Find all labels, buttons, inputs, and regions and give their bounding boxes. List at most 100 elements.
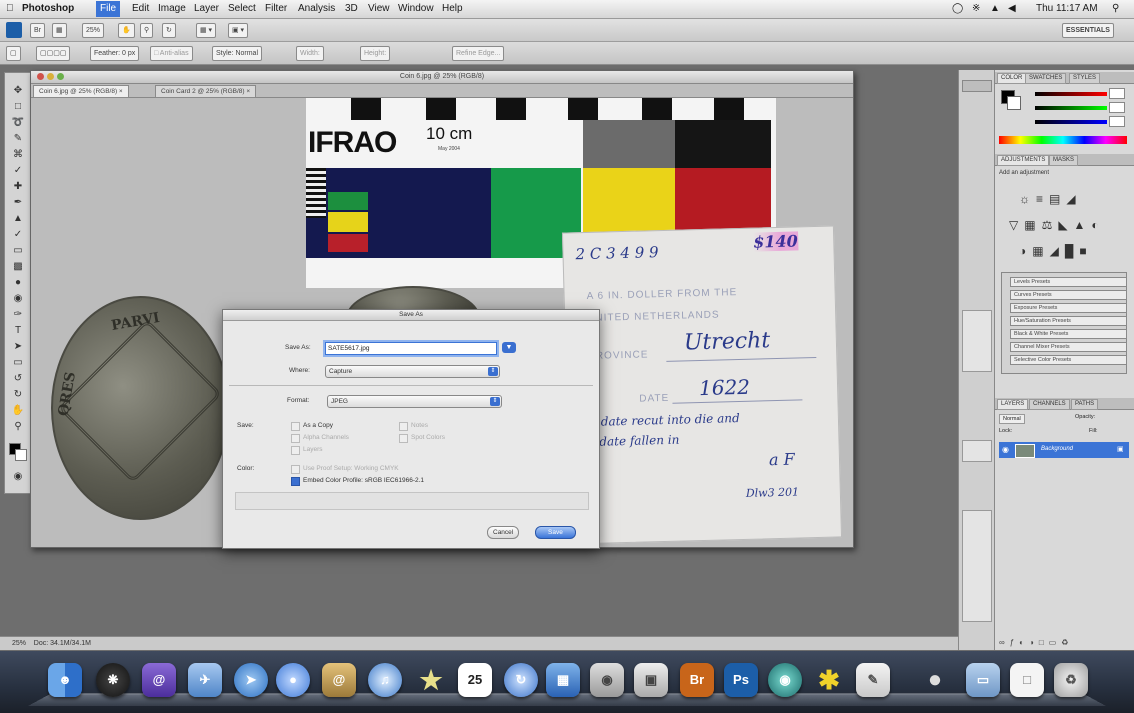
hand-tool-icon[interactable]: ✋ <box>10 405 26 417</box>
launch-bridge-button[interactable]: Br <box>30 23 45 38</box>
preset-curves[interactable]: Curves Presets <box>1010 290 1127 300</box>
quick-mask-icon[interactable]: ◉ <box>10 471 26 483</box>
style-select[interactable]: Style: Normal <box>212 46 263 61</box>
ichat-bubble-icon[interactable]: ● <box>276 663 310 697</box>
embed-profile-checkbox[interactable] <box>291 477 300 486</box>
spot-colors-checkbox[interactable] <box>399 434 408 443</box>
menu-edit[interactable]: Edit <box>132 3 149 14</box>
textedit-icon[interactable]: ✎ <box>856 663 890 697</box>
tab-styles[interactable]: STYLES <box>1069 73 1101 84</box>
folder-icon[interactable]: ▭ <box>966 663 1000 697</box>
blur-tool-icon[interactable]: ● <box>10 277 26 289</box>
zoom-window-icon[interactable] <box>57 73 64 80</box>
adjustment-icons-row-3[interactable]: ◑▦◢█■ <box>1019 244 1093 258</box>
background-color-swatch[interactable] <box>15 449 27 461</box>
green-slider[interactable] <box>1035 106 1107 110</box>
preset-black-white[interactable]: Black & White Presets <box>1010 329 1127 339</box>
blend-mode-select[interactable]: Normal <box>999 414 1025 424</box>
cancel-button[interactable]: Cancel <box>487 526 520 539</box>
hand-tool-button[interactable]: ✋ <box>118 23 135 38</box>
refine-edge-button[interactable]: Refine Edge... <box>452 46 505 61</box>
marquee-tool-icon[interactable]: □ <box>10 101 26 113</box>
tab-channels[interactable]: CHANNELS <box>1029 399 1070 410</box>
notes-checkbox[interactable] <box>399 422 408 431</box>
feather-field[interactable]: Feather: 0 px <box>90 46 140 61</box>
preset-exposure[interactable]: Exposure Presets <box>1010 303 1127 313</box>
calendar-icon[interactable]: 25 <box>458 663 492 697</box>
tab-paths[interactable]: PATHS <box>1071 399 1099 410</box>
wifi-icon[interactable]: ▲ <box>990 3 1000 14</box>
eraser-tool-icon[interactable]: ▭ <box>10 245 26 257</box>
brush-tool-icon[interactable]: ✒ <box>10 197 26 209</box>
menu-image[interactable]: Image <box>158 3 186 14</box>
healing-tool-icon[interactable]: ✚ <box>10 181 26 193</box>
tab-masks[interactable]: MASKS <box>1049 155 1079 166</box>
height-field[interactable]: Height: <box>360 46 391 61</box>
layers-footer-buttons[interactable]: ∞ƒ◐◑□▭♻ <box>999 638 1073 647</box>
preset-hue-saturation[interactable]: Hue/Saturation Presets <box>1010 316 1127 326</box>
eyedropper-tool-icon[interactable]: ✓ <box>10 165 26 177</box>
dodge-tool-icon[interactable]: ◉ <box>10 293 26 305</box>
preset-channel-mixer[interactable]: Channel Mixer Presets <box>1010 342 1127 352</box>
photoshop-icon[interactable]: Ps <box>724 663 758 697</box>
zoom-tool-icon[interactable]: ⚲ <box>10 421 26 433</box>
tool-presets-dock-panel[interactable] <box>962 510 992 622</box>
3d-orbit-tool-icon[interactable]: ↻ <box>10 389 26 401</box>
preset-selective-color[interactable]: Selective Color Presets <box>1010 355 1127 365</box>
adjustment-icons-row-2[interactable]: ▽▦⚖◣▲◐ <box>1009 218 1105 232</box>
arrange-documents-button[interactable]: ▦ ▾ <box>196 23 217 38</box>
save-button[interactable]: Save <box>535 526 576 539</box>
dock-button[interactable] <box>962 80 992 92</box>
menu-analysis[interactable]: Analysis <box>298 3 335 14</box>
dashboard-icon[interactable]: ❋ <box>96 663 130 697</box>
anti-alias-checkbox[interactable]: □ Anti-alias <box>150 46 193 61</box>
zoom-tool-button[interactable]: ⚲ <box>140 23 154 38</box>
green-value[interactable] <box>1109 102 1125 113</box>
blue-slider[interactable] <box>1035 120 1107 124</box>
minimize-window-icon[interactable] <box>47 73 54 80</box>
as-copy-checkbox[interactable] <box>291 422 300 431</box>
pen-tool-icon[interactable]: ✑ <box>10 309 26 321</box>
quick-select-tool-icon[interactable]: ✎ <box>10 133 26 145</box>
marquee-preset-button[interactable]: ▢ <box>6 46 21 61</box>
utility-icon[interactable]: ✱ <box>812 663 846 697</box>
workspace-switcher[interactable]: ESSENTIALS <box>1062 23 1114 38</box>
status-zoom[interactable]: 25% <box>12 640 26 647</box>
menu-clock[interactable]: Thu 11:17 AM <box>1036 3 1098 14</box>
crop-tool-icon[interactable]: ⌘ <box>10 149 26 161</box>
format-select[interactable]: JPEG ⇕ <box>327 395 502 408</box>
view-extras-button[interactable]: ▦ <box>52 23 67 38</box>
selection-mode-buttons[interactable]: ▢▢▢▢ <box>36 46 71 61</box>
iphoto-star-icon[interactable]: ★ <box>414 663 448 697</box>
separator-stack-icon[interactable]: ● <box>918 663 952 697</box>
dvd-player-icon[interactable]: ◉ <box>768 663 802 697</box>
zoom-level-select[interactable]: 25% <box>82 23 105 38</box>
ichat-icon[interactable]: ✈ <box>188 663 222 697</box>
tab-adjustments[interactable]: ADJUSTMENTS <box>997 155 1050 166</box>
stamp-tool-icon[interactable]: ▲ <box>10 213 26 225</box>
menu-help[interactable]: Help <box>442 3 463 14</box>
finder-icon[interactable]: ☻ <box>48 663 82 697</box>
menu-3d[interactable]: 3D <box>345 3 358 14</box>
tab-swatches[interactable]: SWATCHES <box>1025 73 1067 84</box>
layers-checkbox[interactable] <box>291 446 300 455</box>
rotate-view-button[interactable]: ↻ <box>162 23 176 38</box>
color-spectrum-bar[interactable] <box>999 136 1127 144</box>
red-value[interactable] <box>1109 88 1125 99</box>
background-swatch[interactable] <box>1007 96 1021 110</box>
photo-booth-icon[interactable]: ▣ <box>634 663 668 697</box>
gradient-tool-icon[interactable]: ▩ <box>10 261 26 273</box>
document-title-bar[interactable]: Coin 6.jpg @ 25% (RGB/8) <box>31 71 853 84</box>
menu-view[interactable]: View <box>368 3 390 14</box>
volume-icon[interactable]: ◀ <box>1008 3 1016 14</box>
close-window-icon[interactable] <box>37 73 44 80</box>
bluetooth-icon[interactable]: ※ <box>972 3 980 14</box>
layer-row-background[interactable]: ◉ Background ▣ <box>999 442 1129 458</box>
bridge-icon[interactable]: Br <box>680 663 714 697</box>
menu-select[interactable]: Select <box>228 3 256 14</box>
width-field[interactable]: Width: <box>296 46 324 61</box>
tab-coin-card-2[interactable]: Coin Card 2 @ 25% (RGB/8) × <box>155 85 257 98</box>
tab-layers[interactable]: LAYERS <box>997 399 1029 410</box>
image-capture-icon[interactable]: ◉ <box>590 663 624 697</box>
preset-levels[interactable]: Levels Presets <box>1010 277 1127 287</box>
